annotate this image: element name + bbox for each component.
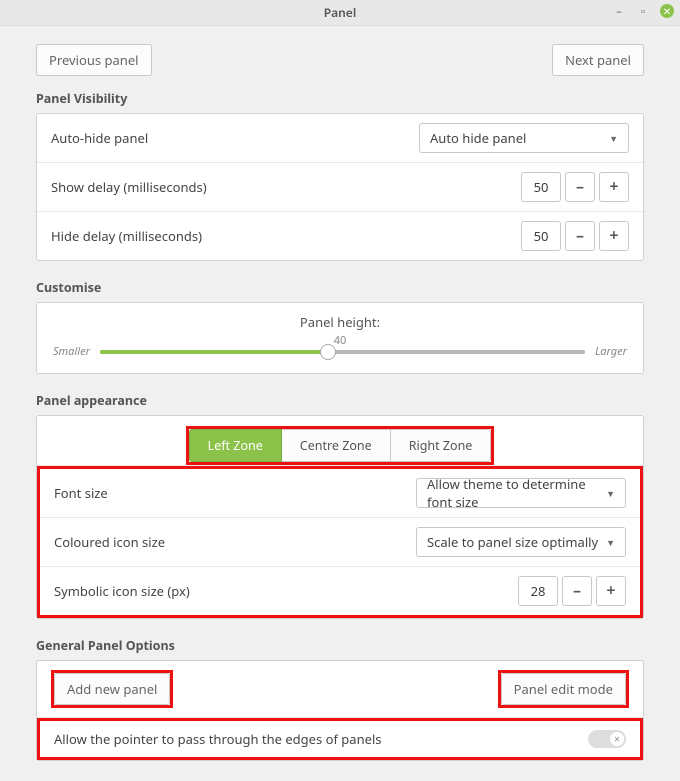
previous-panel-button[interactable]: Previous panel [36, 44, 152, 76]
hide-delay-row: Hide delay (milliseconds) 50 – + [37, 212, 643, 260]
chevron-down-icon: ▼ [606, 487, 615, 500]
customise-box: Panel height: 40 Smaller Larger [36, 302, 644, 374]
show-delay-increase-button[interactable]: + [599, 172, 629, 202]
hide-delay-value[interactable]: 50 [521, 221, 561, 251]
font-size-row: Font size Allow theme to determine font … [40, 469, 640, 518]
show-delay-value[interactable]: 50 [521, 172, 561, 202]
autohide-row: Auto-hide panel Auto hide panel ▼ [37, 114, 643, 163]
hide-delay-label: Hide delay (milliseconds) [51, 227, 202, 245]
top-nav-buttons: Previous panel Next panel [36, 44, 644, 76]
hide-delay-increase-button[interactable]: + [599, 221, 629, 251]
tab-right-zone[interactable]: Right Zone [391, 429, 492, 462]
add-new-panel-button[interactable]: Add new panel [54, 673, 170, 705]
slider-larger-label: Larger [595, 344, 627, 359]
general-box: Add new panel Panel edit mode Allow the … [36, 660, 644, 761]
highlight-add-panel: Add new panel [51, 670, 173, 708]
panel-height-slider[interactable] [100, 350, 585, 354]
symbolic-icon-label: Symbolic icon size (px) [54, 582, 190, 600]
pointer-pass-toggle[interactable]: ✕ [588, 730, 626, 748]
tab-centre-zone[interactable]: Centre Zone [282, 429, 391, 462]
chevron-down-icon: ▼ [606, 536, 615, 549]
symbolic-icon-decrease-button[interactable]: – [562, 576, 592, 606]
coloured-icon-row: Coloured icon size Scale to panel size o… [40, 518, 640, 567]
close-button[interactable]: ✕ [660, 4, 674, 18]
panel-edit-mode-button[interactable]: Panel edit mode [501, 673, 626, 705]
coloured-icon-label: Coloured icon size [54, 533, 165, 551]
content-area: Previous panel Next panel Panel Visibili… [0, 26, 680, 781]
zone-tabs: Left Zone Centre Zone Right Zone [189, 429, 492, 462]
tab-left-zone[interactable]: Left Zone [189, 429, 282, 462]
font-size-dropdown[interactable]: Allow theme to determine font size ▼ [416, 478, 626, 508]
highlight-edit-mode: Panel edit mode [498, 670, 629, 708]
coloured-icon-dropdown[interactable]: Scale to panel size optimally ▼ [416, 527, 626, 557]
highlight-pointer-row: Allow the pointer to pass through the ed… [37, 718, 643, 760]
slider-smaller-label: Smaller [53, 344, 90, 359]
show-delay-row: Show delay (milliseconds) 50 – + [37, 163, 643, 212]
minimize-button[interactable]: – [612, 4, 626, 18]
section-general-title: General Panel Options [36, 637, 644, 654]
slider-fill [100, 350, 328, 354]
highlight-appearance-rows: Font size Allow theme to determine font … [37, 466, 643, 618]
pointer-pass-label: Allow the pointer to pass through the ed… [54, 730, 382, 748]
titlebar: Panel – ▫ ✕ [0, 0, 680, 26]
section-customise-title: Customise [36, 279, 644, 296]
symbolic-icon-row: Symbolic icon size (px) 28 – + [40, 567, 640, 615]
symbolic-icon-spinner: 28 – + [518, 576, 626, 606]
toggle-thumb: ✕ [610, 732, 624, 746]
maximize-button[interactable]: ▫ [636, 4, 650, 18]
show-delay-label: Show delay (milliseconds) [51, 178, 207, 196]
panel-height-slider-box: Panel height: 40 Smaller Larger [37, 303, 643, 373]
font-size-label: Font size [54, 484, 108, 502]
hide-delay-decrease-button[interactable]: – [565, 221, 595, 251]
symbolic-icon-increase-button[interactable]: + [596, 576, 626, 606]
slider-thumb[interactable] [320, 344, 336, 360]
window-title: Panel [324, 4, 356, 21]
autohide-label: Auto-hide panel [51, 129, 148, 147]
autohide-dropdown-value: Auto hide panel [430, 129, 526, 147]
chevron-down-icon: ▼ [609, 132, 618, 145]
panel-height-label: Panel height: [53, 313, 627, 331]
font-size-dropdown-value: Allow theme to determine font size [427, 475, 606, 511]
appearance-box: Left Zone Centre Zone Right Zone Font si… [36, 415, 644, 619]
highlight-tabs: Left Zone Centre Zone Right Zone [186, 426, 495, 465]
show-delay-decrease-button[interactable]: – [565, 172, 595, 202]
zone-tabs-wrap: Left Zone Centre Zone Right Zone [37, 416, 643, 466]
visibility-box: Auto-hide panel Auto hide panel ▼ Show d… [36, 113, 644, 261]
coloured-icon-dropdown-value: Scale to panel size optimally [427, 533, 598, 551]
hide-delay-spinner: 50 – + [521, 221, 629, 251]
window-controls: – ▫ ✕ [612, 4, 674, 18]
general-buttons-row: Add new panel Panel edit mode [37, 661, 643, 718]
section-visibility-title: Panel Visibility [36, 90, 644, 107]
next-panel-button[interactable]: Next panel [552, 44, 644, 76]
symbolic-icon-value[interactable]: 28 [518, 576, 558, 606]
pointer-pass-row: Allow the pointer to pass through the ed… [40, 721, 640, 757]
autohide-dropdown[interactable]: Auto hide panel ▼ [419, 123, 629, 153]
section-appearance-title: Panel appearance [36, 392, 644, 409]
show-delay-spinner: 50 – + [521, 172, 629, 202]
